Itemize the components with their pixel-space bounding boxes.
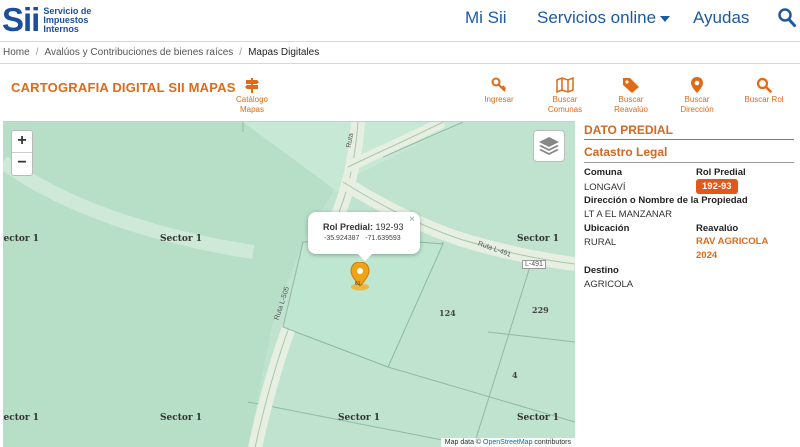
rol-badge: 192-93 [696,179,738,194]
map-tiles [3,122,575,447]
breadcrumb: Home / Avalúos y Contribuciones de biene… [0,42,800,64]
ubicacion-label: Ubicación [584,223,630,234]
buscar-reavaluo-label-2: Reavalúo [614,105,648,114]
zoom-out-button[interactable]: − [12,153,32,175]
breadcrumb-home[interactable]: Home [3,47,30,58]
buscar-direccion-label-2: Dirección [680,105,714,114]
logo-text: Servicio de Impuestos Internos [43,6,113,34]
nav-ayudas[interactable]: Ayudas [693,0,749,36]
reavaluo-label: Reavalúo [696,223,739,234]
popup-longitude: -71.639593 [365,235,401,242]
signpost-icon [245,78,259,93]
site-header: Sii Servicio de Impuestos Internos Mi Si… [0,0,800,42]
comuna-label: Comuna [584,167,622,178]
reavaluo-value: RAV AGRICOLA 2024 [696,236,768,261]
buscar-reavaluo-label-1: Buscar [618,95,644,104]
buscar-reavaluo-button[interactable]: Buscar Reavalúo [610,77,652,115]
buscar-rol-button[interactable]: Buscar Rol [740,77,788,105]
app-title: CARTOGRAFIA DIGITAL SII MAPAS [11,80,236,95]
search-icon[interactable] [778,8,796,28]
nav-ayudas-label: Ayudas [693,8,750,27]
popup-tip [358,254,372,261]
catalog-label-2: Mapas [239,105,264,114]
zoom-control: + − [11,130,33,176]
popup-close-icon[interactable]: × [409,214,415,225]
sector-label: Sector 1 [517,413,560,423]
panel-heading: DATO PREDIAL [584,123,794,140]
sector-label: Sector 1 [338,413,381,423]
location-marker-icon[interactable] [349,262,371,292]
buscar-comunas-label-1: Buscar [552,95,578,104]
comuna-value: LONGAVÍ [584,182,626,193]
nav-servicios-online[interactable]: Servicios online [537,0,671,36]
map-attribution: Map data © OpenStreetMap contributors [440,438,575,447]
pin-icon [691,77,703,93]
direccion-label: Dirección o Nombre de la Propiedad [584,195,748,206]
buscar-direccion-button[interactable]: Buscar Dirección [676,77,718,115]
breadcrumb-separator: / [239,47,243,58]
map-toolbar: CARTOGRAFIA DIGITAL SII MAPAS Catálogo M… [0,65,800,120]
destino-label: Destino [584,265,619,276]
map-canvas[interactable]: Sector 1 Sector 1 Sector 1 Sector 1 Sect… [3,121,575,447]
search-icon [756,77,772,93]
popup-rol-label: Rol Predial: [323,222,374,232]
rol-label: Rol Predial [696,167,746,178]
direccion-value: LT A EL MANZANAR [584,209,672,220]
nav-mi-sii-label: Mi Sii [465,8,507,27]
key-icon [491,77,507,92]
ingresar-button[interactable]: Ingresar [478,77,520,105]
panel-subheading: Catastro Legal [584,145,794,163]
caret-down-icon [660,16,671,22]
predio-panel: DATO PREDIAL Catastro Legal Comuna LONGA… [577,121,800,447]
parcel-label: 4 [512,370,518,380]
attribution-prefix: Map data © [444,439,482,446]
buscar-comunas-label-2: Comunas [547,105,583,114]
rol-popup: Rol Predial: 192-93 -35.924387 -71.63959… [308,212,420,261]
sector-label: Sector 1 [160,234,203,244]
sii-logo[interactable]: Sii Servicio de Impuestos Internos [2,2,113,38]
popup-latitude: -35.924387 [324,235,360,242]
buscar-direccion-label-1: Buscar [684,95,710,104]
sector-label: Sector 1 [160,413,203,423]
road-label: L-491 [522,260,546,269]
ingresar-label: Ingresar [484,95,514,104]
breadcrumb-separator: / [35,47,39,58]
destino-value: AGRICOLA [584,279,634,290]
popup-rol-value: 192-93 [375,222,404,232]
attribution-suffix: contributors [534,439,571,446]
zoom-in-button[interactable]: + [12,131,32,153]
logo-mark: Sii [2,1,40,38]
logo-line: Internos [43,23,79,34]
layers-icon [539,137,559,155]
sector-label: Sector 1 [3,234,40,244]
marker-tag: 61 [355,281,361,287]
layers-button[interactable] [533,130,565,162]
buscar-rol-label: Buscar Rol [744,95,784,104]
ubicacion-value: RURAL [584,237,617,248]
breadcrumb-avaluos[interactable]: Avalúos y Contribuciones de bienes raíce… [44,47,233,58]
parcel-label: 124 [439,308,456,318]
buscar-comunas-button[interactable]: Buscar Comunas [544,77,586,115]
nav-servicios-label: Servicios online [537,8,657,27]
sector-label: Sector 1 [3,413,40,423]
tag-icon [623,78,639,93]
catalog-label-1: Catálogo [235,95,269,104]
osm-link[interactable]: OpenStreetMap [483,439,532,446]
parcel-label: 229 [532,305,549,315]
map-icon [556,77,574,93]
catalog-button[interactable]: Catálogo Mapas [232,77,272,115]
sector-label: Sector 1 [517,234,560,244]
breadcrumb-current: Mapas Digitales [248,47,320,58]
nav-mi-sii[interactable]: Mi Sii [465,0,507,36]
